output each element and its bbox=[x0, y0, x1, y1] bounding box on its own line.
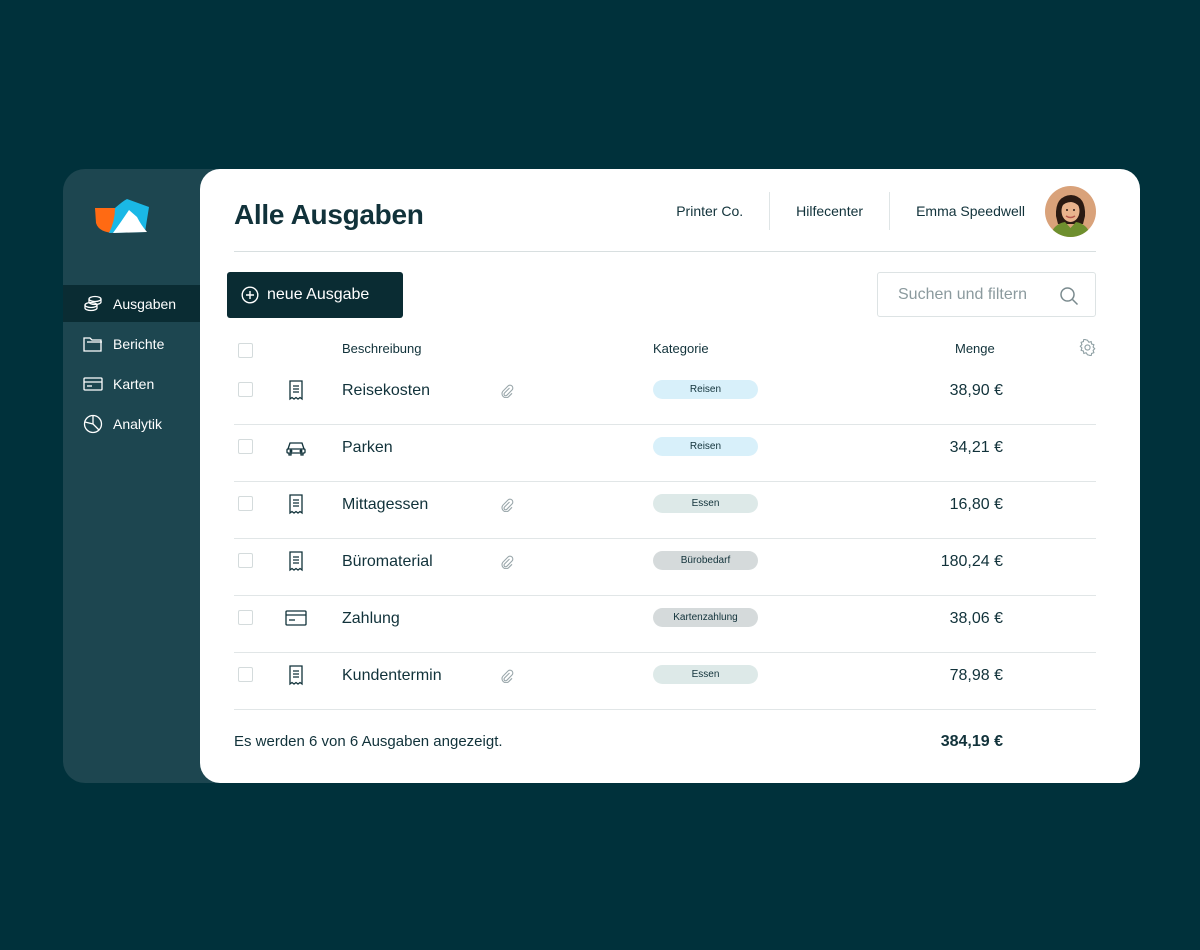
credit-card-icon bbox=[82, 373, 104, 395]
row-amount: 34,21 € bbox=[949, 439, 1003, 456]
paperclip-icon[interactable] bbox=[500, 384, 514, 399]
row-description: Zahlung bbox=[342, 610, 400, 627]
category-badge: Reisen bbox=[653, 437, 758, 456]
table-row[interactable]: Büromaterial Bürobedarf 180,24 € bbox=[234, 539, 1096, 596]
table-row[interactable]: Reisekosten Reisen 38,90 € bbox=[234, 368, 1096, 425]
row-amount: 180,24 € bbox=[940, 553, 1003, 570]
sidebar-item-ausgaben[interactable]: Ausgaben bbox=[63, 285, 200, 322]
top-navigation: Printer Co. Hilfecenter Emma Speedwell bbox=[650, 185, 1096, 237]
select-all-checkbox[interactable] bbox=[238, 343, 253, 358]
sidebar-item-label: Karten bbox=[113, 375, 155, 392]
row-checkbox[interactable] bbox=[238, 667, 253, 682]
folder-icon bbox=[82, 333, 104, 355]
car-icon bbox=[285, 436, 307, 458]
row-checkbox[interactable] bbox=[238, 496, 253, 511]
sidebar-item-label: Berichte bbox=[113, 335, 165, 352]
column-header-category[interactable]: Kategorie bbox=[653, 341, 709, 356]
receipt-icon bbox=[285, 550, 307, 572]
category-badge: Essen bbox=[653, 665, 758, 684]
total-amount: 384,19 € bbox=[940, 733, 1003, 750]
search-input[interactable] bbox=[898, 285, 1048, 304]
column-header-amount[interactable]: Menge bbox=[955, 341, 995, 356]
row-divider bbox=[234, 709, 1096, 710]
table-row[interactable]: Kundentermin Essen 78,98 € bbox=[234, 653, 1096, 710]
category-badge: Reisen bbox=[653, 380, 758, 399]
paperclip-icon[interactable] bbox=[500, 498, 514, 513]
pie-chart-icon bbox=[82, 413, 104, 435]
gear-icon[interactable] bbox=[1079, 338, 1096, 357]
sidebar-item-label: Analytik bbox=[113, 415, 163, 432]
company-link[interactable]: Printer Co. bbox=[650, 192, 769, 230]
row-amount: 38,90 € bbox=[949, 382, 1003, 399]
new-expense-button[interactable]: neue Ausgabe bbox=[227, 272, 403, 318]
card-icon bbox=[285, 607, 307, 629]
receipt-icon bbox=[285, 379, 307, 401]
row-description: Mittagessen bbox=[342, 496, 429, 513]
results-summary: Es werden 6 von 6 Ausgaben angezeigt. bbox=[234, 733, 503, 750]
row-amount: 78,98 € bbox=[949, 667, 1003, 684]
search-icon[interactable] bbox=[1059, 286, 1079, 306]
sidebar-item-berichte[interactable]: Berichte bbox=[63, 325, 200, 362]
row-description: Büromaterial bbox=[342, 553, 433, 570]
page-title: Alle Ausgaben bbox=[234, 199, 424, 230]
row-checkbox[interactable] bbox=[238, 610, 253, 625]
row-checkbox[interactable] bbox=[238, 382, 253, 397]
table-row[interactable]: Zahlung Kartenzahlung 38,06 € bbox=[234, 596, 1096, 653]
sidebar-item-karten[interactable]: Karten bbox=[63, 365, 200, 402]
receipt-icon bbox=[285, 493, 307, 515]
category-badge: Bürobedarf bbox=[653, 551, 758, 570]
sidebar-item-label: Ausgaben bbox=[113, 295, 177, 312]
row-checkbox[interactable] bbox=[238, 439, 253, 454]
table-row[interactable]: Parken Reisen 34,21 € bbox=[234, 425, 1096, 482]
main-panel: Alle Ausgaben Printer Co. Hilfecenter Em… bbox=[200, 169, 1140, 783]
paperclip-icon[interactable] bbox=[500, 669, 514, 684]
sidebar-item-analytik[interactable]: Analytik bbox=[63, 405, 200, 442]
row-description: Kundentermin bbox=[342, 667, 442, 684]
category-badge: Kartenzahlung bbox=[653, 608, 758, 627]
sidebar-nav: Ausgaben Berichte Karten Analytik bbox=[63, 285, 200, 442]
search-box[interactable] bbox=[877, 272, 1096, 317]
column-header-description[interactable]: Beschreibung bbox=[342, 341, 422, 356]
plus-circle-icon bbox=[241, 286, 259, 304]
row-description: Parken bbox=[342, 439, 393, 456]
receipt-icon bbox=[285, 664, 307, 686]
row-amount: 16,80 € bbox=[949, 496, 1003, 513]
new-expense-label: neue Ausgabe bbox=[267, 286, 370, 303]
paperclip-icon[interactable] bbox=[500, 555, 514, 570]
row-amount: 38,06 € bbox=[949, 610, 1003, 627]
category-badge: Essen bbox=[653, 494, 758, 513]
avatar[interactable] bbox=[1045, 185, 1096, 237]
app-window: Ausgaben Berichte Karten Analytik Alle A… bbox=[63, 169, 1140, 783]
header-divider bbox=[234, 251, 1096, 252]
coins-icon bbox=[82, 293, 104, 315]
user-name[interactable]: Emma Speedwell bbox=[890, 192, 1045, 230]
brand-logo bbox=[95, 199, 151, 239]
help-center-link[interactable]: Hilfecenter bbox=[770, 192, 889, 230]
row-description: Reisekosten bbox=[342, 382, 431, 399]
row-checkbox[interactable] bbox=[238, 553, 253, 568]
table-row[interactable]: Mittagessen Essen 16,80 € bbox=[234, 482, 1096, 539]
